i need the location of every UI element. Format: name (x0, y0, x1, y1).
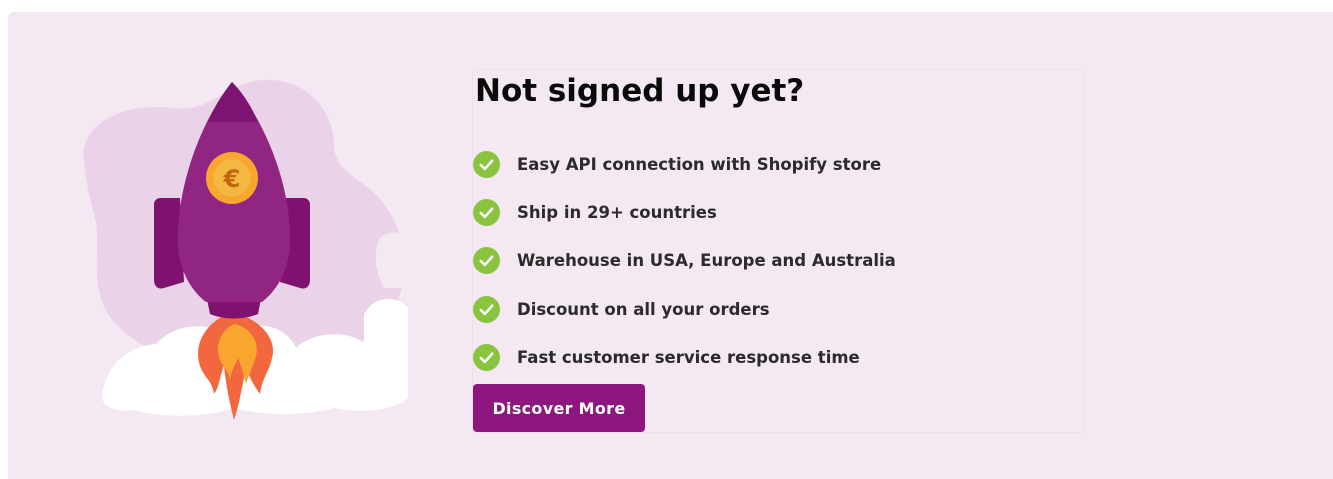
feature-text: Fast customer service response time (517, 347, 860, 367)
list-item: Warehouse in USA, Europe and Australia (473, 237, 896, 285)
check-circle-icon (473, 150, 500, 178)
page-title: Not signed up yet? (475, 73, 805, 109)
discover-more-button[interactable]: Discover More (473, 384, 645, 432)
check-circle-icon (473, 343, 500, 371)
coin-symbol-icon: € (223, 165, 241, 193)
feature-text: Ship in 29+ countries (517, 202, 717, 222)
list-item: Ship in 29+ countries (473, 188, 896, 236)
signup-card: Not signed up yet? Easy API connection w… (472, 69, 1084, 433)
check-circle-icon (473, 198, 500, 226)
list-item: Discount on all your orders (473, 285, 896, 333)
feature-text: Discount on all your orders (517, 299, 770, 319)
feature-text: Warehouse in USA, Europe and Australia (517, 251, 896, 271)
list-item: Fast customer service response time (473, 333, 896, 381)
check-circle-icon (473, 247, 500, 275)
check-circle-icon (473, 295, 500, 323)
feature-list: Easy API connection with Shopify store S… (473, 140, 896, 381)
rocket-illustration: € (64, 68, 416, 424)
signup-promo-section: € Not signed up yet? Easy API connection… (8, 12, 1333, 479)
feature-text: Easy API connection with Shopify store (517, 154, 882, 174)
list-item: Easy API connection with Shopify store (473, 140, 896, 188)
